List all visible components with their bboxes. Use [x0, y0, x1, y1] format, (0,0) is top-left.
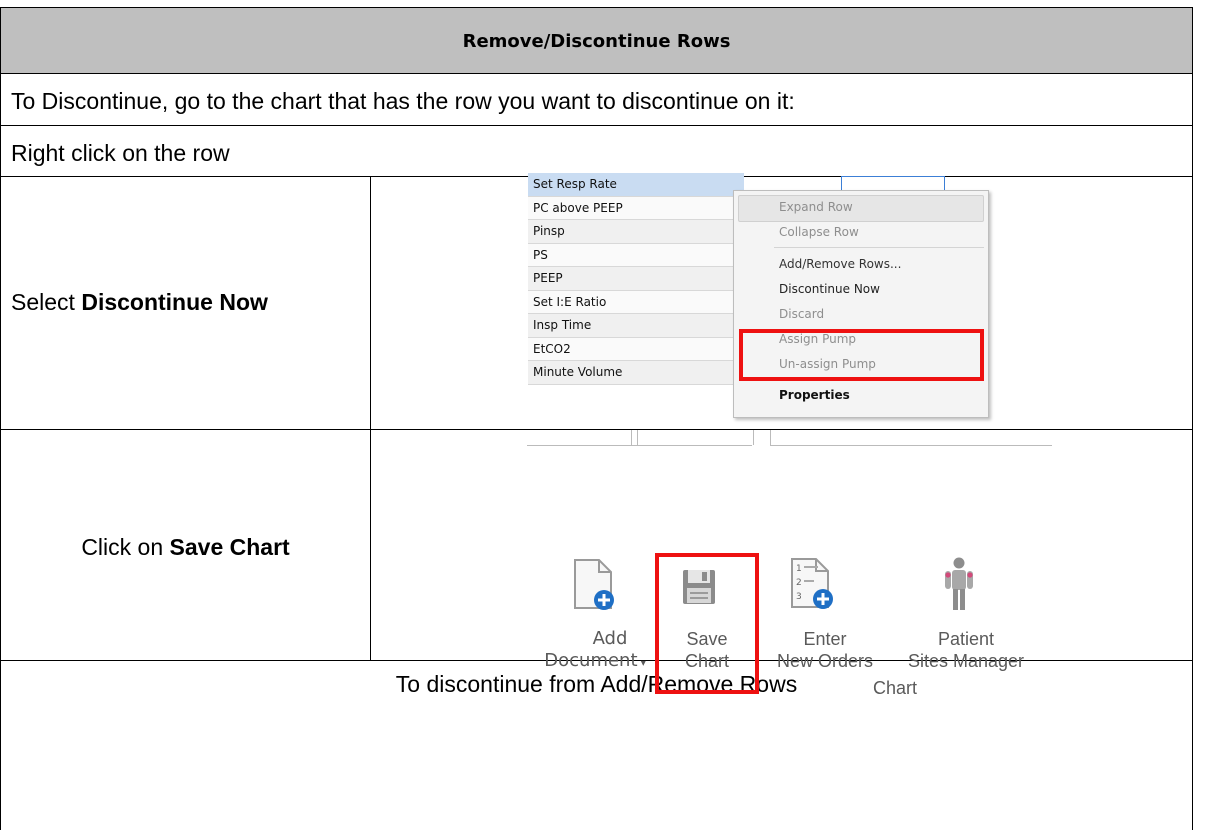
dropdown-caret-icon: ▾ [637, 658, 646, 669]
list-item[interactable]: PEEP [528, 267, 744, 291]
highlight-save-chart [655, 553, 759, 694]
enter-new-orders-label: Enter New Orders [776, 629, 874, 671]
list-item[interactable]: Set I:E Ratio [528, 290, 744, 314]
table-title: Remove/Discontinue Rows [462, 31, 731, 52]
step-row-footer: To discontinue from Add/Remove Rows [0, 660, 1193, 830]
step-label-cell: Click on Save Chart [1, 430, 371, 660]
toolbar-screenshot: Add Document ▾ 1 2 3 [520, 430, 1060, 671]
svg-text:3: 3 [796, 592, 802, 602]
select-bold: Discontinue Now [81, 289, 268, 315]
click-prefix: Click on [81, 534, 170, 560]
svg-text:1: 1 [796, 564, 802, 574]
menu-item-expand-row[interactable]: Expand Row [779, 200, 853, 214]
list-item[interactable]: Set Resp Rate [528, 173, 744, 197]
toolbar-divider [631, 430, 632, 445]
toolbar-divider [770, 430, 771, 445]
menu-item-properties[interactable]: Properties [779, 388, 850, 402]
menu-item-discard[interactable]: Discard [779, 307, 824, 321]
step-label-cell: Select Discontinue Now [1, 177, 371, 429]
menu-item-add-remove-rows[interactable]: Add/Remove Rows... [779, 257, 901, 271]
numbered-list-plus-icon: 1 2 3 [791, 558, 833, 609]
save-instruction: Click on Save Chart [1, 534, 370, 561]
select-instruction: Select Discontinue Now [11, 289, 370, 316]
footer-text: To discontinue from Add/Remove Rows [395, 671, 798, 697]
patient-sites-manager-label: Patient Sites Manager [907, 629, 1025, 671]
add-document-label: Add [592, 628, 628, 649]
step-row-right-click: Right click on the row [0, 125, 1193, 177]
list-item[interactable]: PS [528, 243, 744, 267]
person-figure-icon [945, 557, 973, 610]
toolbar-divider [637, 430, 638, 445]
context-menu-screenshot: Set Resp Rate PC above PEEP Pinsp PS PEE… [528, 173, 992, 418]
list-item[interactable]: Pinsp [528, 220, 744, 244]
list-item[interactable]: PC above PEEP [528, 196, 744, 220]
list-item[interactable]: Minute Volume [528, 361, 744, 385]
highlight-discontinue-now [739, 329, 984, 381]
step-row-intro: To Discontinue, go to the chart that has… [0, 73, 1193, 126]
menu-item-discontinue-now[interactable]: Discontinue Now [779, 282, 880, 296]
table-header: Remove/Discontinue Rows [0, 7, 1193, 74]
chart-row-list: Set Resp Rate PC above PEEP Pinsp PS PEE… [528, 173, 744, 385]
menu-hover-highlight [738, 195, 984, 222]
svg-text:2: 2 [796, 578, 802, 588]
click-bold: Save Chart [169, 534, 290, 560]
toolbar-divider [770, 445, 1052, 446]
toolbar-divider [753, 430, 754, 445]
list-item[interactable]: EtCO2 [528, 337, 744, 361]
list-item[interactable]: Insp Time [528, 314, 744, 338]
add-document-label-2: Document ▾ [544, 650, 646, 671]
select-prefix: Select [11, 289, 82, 315]
menu-divider [774, 247, 984, 248]
chart-group-label: Chart [873, 678, 918, 698]
context-menu: Expand Row Collapse Row Add/Remove Rows.… [733, 190, 989, 418]
document-plus-icon [574, 559, 614, 610]
intro-text: To Discontinue, go to the chart that has… [11, 88, 795, 114]
toolbar-divider [527, 445, 752, 446]
menu-item-collapse-row[interactable]: Collapse Row [779, 225, 859, 239]
right-click-text: Right click on the row [11, 140, 230, 166]
